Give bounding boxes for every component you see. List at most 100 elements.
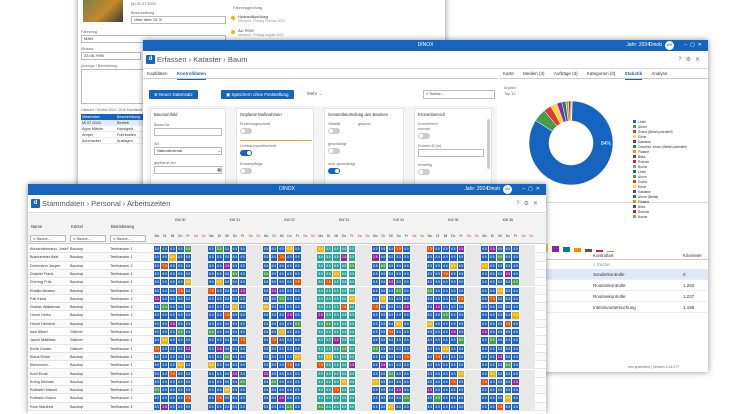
time-cell[interactable]: 8.5 xyxy=(481,304,488,311)
time-cell[interactable]: 8.5 xyxy=(481,320,488,327)
time-cell[interactable]: 8.5 xyxy=(371,395,379,402)
time-cell[interactable]: 8.5 xyxy=(262,279,270,286)
time-cell[interactable]: 8.5 xyxy=(504,387,512,394)
time-cell[interactable]: 8.5 xyxy=(278,362,286,369)
time-cell[interactable]: 8.5 xyxy=(231,304,239,311)
time-cell[interactable]: 8.5 xyxy=(317,329,325,336)
time-cell[interactable]: 8.5 xyxy=(457,395,465,402)
time-cell[interactable]: 8.5 xyxy=(395,287,403,294)
time-cell[interactable]: 8.5 xyxy=(434,370,442,377)
time-cell[interactable]: 8.5 xyxy=(153,304,161,311)
time-cell[interactable]: 8.5 xyxy=(379,345,387,352)
time-cell[interactable]: 8.5 xyxy=(426,403,434,410)
time-cell[interactable]: 8.5 xyxy=(504,262,512,269)
time-cell[interactable]: 8.5 xyxy=(340,279,348,286)
toggle-crown[interactable] xyxy=(418,133,430,139)
time-cell[interactable]: 8.5 xyxy=(286,345,293,352)
time-cell[interactable]: 8.5 xyxy=(262,403,270,410)
time-cell[interactable]: 8.5 xyxy=(387,287,395,294)
tab-analyse[interactable]: Analyse xyxy=(651,69,667,79)
time-cell[interactable]: 8.5 xyxy=(332,403,340,410)
time-cell[interactable]: 8.5 xyxy=(293,403,301,410)
save-button[interactable]: ▣ Speichern ohne Feststellung xyxy=(221,90,294,99)
time-cell[interactable]: 8.5 xyxy=(449,295,457,303)
toggle-one-sided[interactable] xyxy=(418,169,430,175)
time-cell[interactable]: 8.5 xyxy=(512,329,520,336)
time-cell[interactable]: 7.5 xyxy=(286,362,293,369)
time-cell[interactable]: 8.5 xyxy=(153,262,161,269)
time-cell[interactable]: 8.5 xyxy=(231,378,239,386)
time-cell[interactable]: 8.5 xyxy=(239,403,247,410)
time-cell[interactable]: 7.5 xyxy=(371,304,379,311)
time-cell[interactable]: 8.5 xyxy=(426,270,434,278)
time-cell[interactable]: 8.5 xyxy=(371,387,379,394)
time-cell[interactable]: 8.5 xyxy=(153,279,161,286)
time-cell[interactable]: 2.5 xyxy=(457,246,465,253)
time-cell[interactable]: 8.5 xyxy=(153,362,161,369)
time-cell[interactable]: 8.5 xyxy=(481,370,488,377)
time-cell[interactable]: 7.5 xyxy=(270,337,278,344)
time-cell[interactable]: 7.5 xyxy=(223,312,231,319)
time-cell[interactable]: 8.5 xyxy=(270,279,278,286)
time-cell[interactable]: 8.5 xyxy=(426,362,434,369)
time-cell[interactable]: 8.5 xyxy=(504,287,512,294)
time-cell[interactable]: 8.5 xyxy=(426,312,434,319)
time-cell[interactable]: 8.5 xyxy=(270,353,278,361)
time-cell[interactable]: 8.5 xyxy=(161,246,169,253)
time-cell[interactable]: 8.5 xyxy=(371,362,379,369)
time-cell[interactable]: 7.5 xyxy=(457,295,465,303)
time-cell[interactable]: 8.5 xyxy=(215,362,223,369)
time-cell[interactable]: 8.5 xyxy=(457,262,465,269)
time-cell[interactable]: 8.5 xyxy=(293,304,301,311)
time-cell[interactable]: 8.5 xyxy=(184,329,192,336)
time-cell[interactable]: 8.5 xyxy=(184,279,192,286)
time-cell[interactable]: 8.5 xyxy=(286,262,293,269)
time-cell[interactable]: 8.5 xyxy=(449,312,457,319)
time-cell[interactable]: 8.5 xyxy=(262,262,270,269)
time-cell[interactable]: 8.5 xyxy=(387,262,395,269)
time-cell[interactable]: 8.5 xyxy=(317,337,325,344)
time-cell[interactable]: 8.5 xyxy=(488,370,496,377)
time-cell[interactable]: 8.5 xyxy=(496,262,504,269)
time-cell[interactable]: 8.5 xyxy=(231,279,239,286)
time-cell[interactable]: 8.5 xyxy=(379,403,387,410)
time-cell[interactable]: 8.5 xyxy=(496,312,504,319)
avatar[interactable]: AM xyxy=(665,41,674,50)
time-cell[interactable]: 8.5 xyxy=(278,262,286,269)
time-cell[interactable]: 7.5 xyxy=(332,387,340,394)
time-cell[interactable]: 8.5 xyxy=(325,262,332,269)
time-cell[interactable]: 8.5 xyxy=(270,395,278,402)
time-cell[interactable]: 8.5 xyxy=(231,353,239,361)
time-cell[interactable]: 8.5 xyxy=(153,395,161,402)
time-cell[interactable]: 8.5 xyxy=(325,329,332,336)
time-cell[interactable]: 8.5 xyxy=(176,279,184,286)
time-cell[interactable]: 8.5 xyxy=(223,279,231,286)
time-cell[interactable]: 8.5 xyxy=(488,387,496,394)
time-cell[interactable]: 8.5 xyxy=(379,395,387,402)
time-cell[interactable]: 8.5 xyxy=(184,295,192,303)
time-cell[interactable]: 8.5 xyxy=(332,295,340,303)
time-cell[interactable]: 8.5 xyxy=(325,337,332,344)
time-cell[interactable]: 8.5 xyxy=(434,320,442,327)
time-cell[interactable]: 8.5 xyxy=(379,378,387,386)
time-cell[interactable]: 8.5 xyxy=(184,370,192,377)
time-cell[interactable]: 8.5 xyxy=(169,295,176,303)
time-cell[interactable]: 8.5 xyxy=(403,362,410,369)
time-cell[interactable]: 7.5 xyxy=(434,353,442,361)
time-cell[interactable]: 8.5 xyxy=(387,362,395,369)
time-cell[interactable]: 8.5 xyxy=(293,320,301,327)
time-cell[interactable]: 8.5 xyxy=(488,279,496,286)
time-cell[interactable]: 8.5 xyxy=(215,270,223,278)
table-row[interactable]: Dudziel Frank Bauhop Teelhausen 1 8.5 8.5 8.5… xyxy=(28,269,546,279)
time-cell[interactable]: 8.5 xyxy=(278,312,286,319)
time-cell[interactable]: 8.5 xyxy=(449,395,457,402)
time-cell[interactable]: 8.5 xyxy=(293,387,301,394)
time-cell[interactable]: 8.5 xyxy=(512,246,520,253)
time-cell[interactable]: 8.5 xyxy=(317,387,325,394)
time-cell[interactable]: 8.5 xyxy=(457,353,465,361)
time-cell[interactable]: 8.5 xyxy=(239,362,247,369)
time-cell[interactable]: 8.5 xyxy=(270,345,278,352)
time-cell[interactable]: 7.5 xyxy=(325,279,332,286)
time-cell[interactable]: 7.5 xyxy=(387,329,395,336)
time-cell[interactable]: 8.5 xyxy=(176,353,184,361)
